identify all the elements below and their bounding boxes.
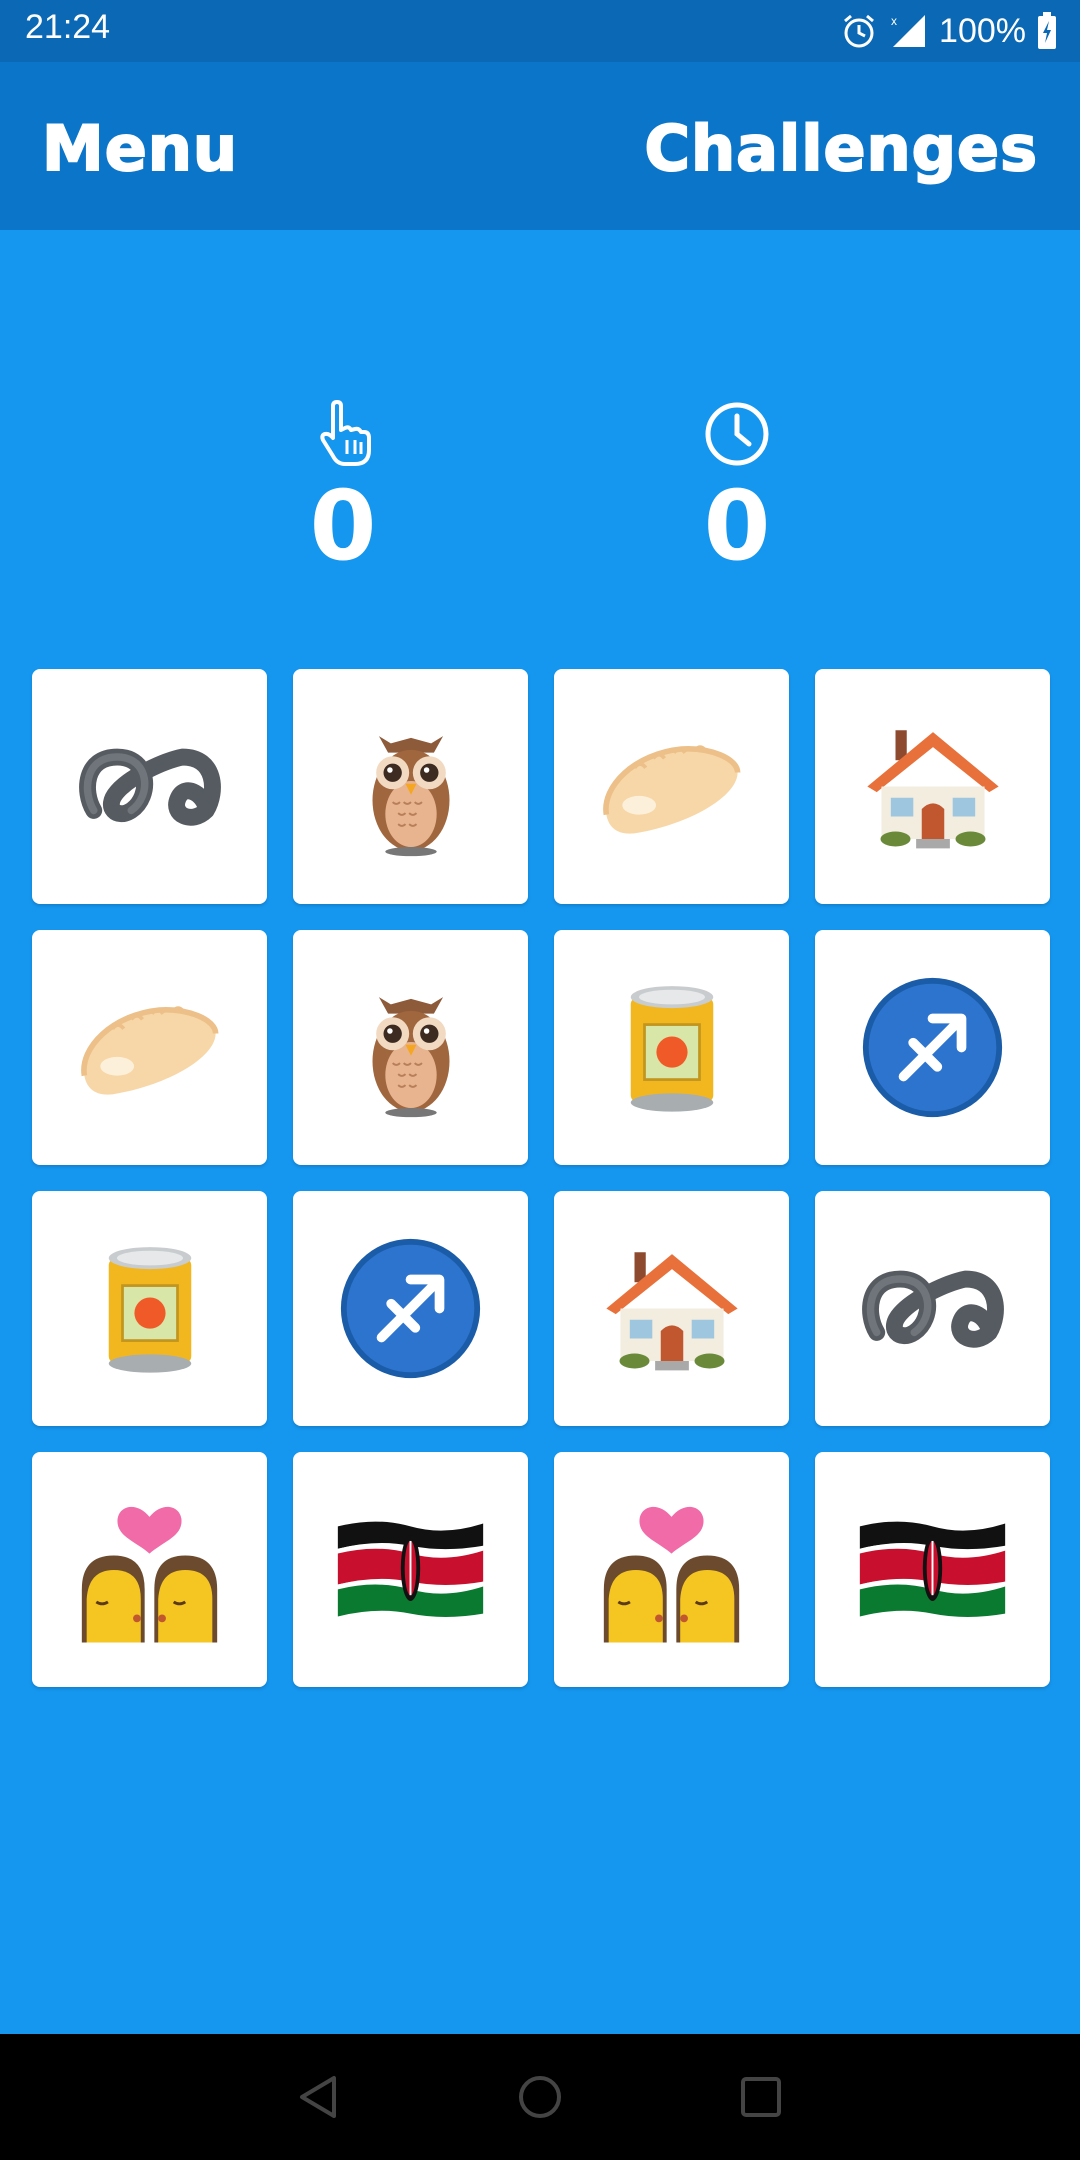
house-icon xyxy=(597,1241,747,1376)
card-sagittarius[interactable] xyxy=(293,1191,528,1426)
status-time: 21:24 xyxy=(25,8,111,46)
double-curly-loop-icon xyxy=(858,1259,1008,1359)
recents-icon[interactable] xyxy=(736,2072,786,2122)
taps-value: 0 xyxy=(309,470,377,582)
card-owl[interactable] xyxy=(293,669,528,904)
signal-icon: x xyxy=(889,11,929,51)
svg-text:x: x xyxy=(891,14,897,28)
card-flag-kenya[interactable] xyxy=(815,1452,1050,1687)
challenges-button[interactable]: Challenges xyxy=(643,111,1038,186)
app-bar: Menu Challenges xyxy=(0,62,1080,230)
battery-icon xyxy=(1036,11,1058,51)
canned-food-icon xyxy=(617,975,727,1120)
owl-icon xyxy=(356,975,466,1120)
card-flag-kenya[interactable] xyxy=(293,1452,528,1687)
canned-food-icon xyxy=(95,1236,205,1381)
dumpling-icon xyxy=(75,990,225,1105)
card-canned-food[interactable] xyxy=(32,1191,267,1426)
back-icon[interactable] xyxy=(294,2072,344,2122)
card-grid xyxy=(32,669,1050,1687)
navigation-bar xyxy=(0,2034,1080,2160)
status-icons: x 100% xyxy=(839,6,1058,56)
menu-button[interactable]: Menu xyxy=(41,111,238,186)
sagittarius-icon xyxy=(860,975,1005,1120)
double-curly-loop-icon xyxy=(75,737,225,837)
kiss-woman-woman-icon xyxy=(599,1495,744,1645)
card-double-curly-loop[interactable] xyxy=(32,669,267,904)
status-bar: 21:24 x 100% xyxy=(0,0,1080,62)
sagittarius-icon xyxy=(338,1236,483,1381)
card-dumpling[interactable] xyxy=(32,930,267,1165)
clock-icon xyxy=(637,400,837,468)
owl-icon xyxy=(356,714,466,859)
card-kiss-woman-woman[interactable] xyxy=(554,1452,789,1687)
dumpling-icon xyxy=(597,729,747,844)
house-icon xyxy=(858,719,1008,854)
card-dumpling[interactable] xyxy=(554,669,789,904)
card-house[interactable] xyxy=(554,1191,789,1426)
card-house[interactable] xyxy=(815,669,1050,904)
card-owl[interactable] xyxy=(293,930,528,1165)
time-value: 0 xyxy=(703,470,771,582)
pointing-hand-icon xyxy=(243,400,443,468)
time-counter: 0 xyxy=(637,400,837,576)
kiss-woman-woman-icon xyxy=(77,1495,222,1645)
flag-kenya-icon xyxy=(855,1510,1010,1630)
flag-kenya-icon xyxy=(333,1510,488,1630)
card-canned-food[interactable] xyxy=(554,930,789,1165)
taps-counter: 0 xyxy=(243,400,443,576)
card-kiss-woman-woman[interactable] xyxy=(32,1452,267,1687)
home-icon[interactable] xyxy=(515,2072,565,2122)
card-sagittarius[interactable] xyxy=(815,930,1050,1165)
alarm-icon xyxy=(839,11,879,51)
card-double-curly-loop[interactable] xyxy=(815,1191,1050,1426)
battery-text: 100% xyxy=(939,11,1026,50)
